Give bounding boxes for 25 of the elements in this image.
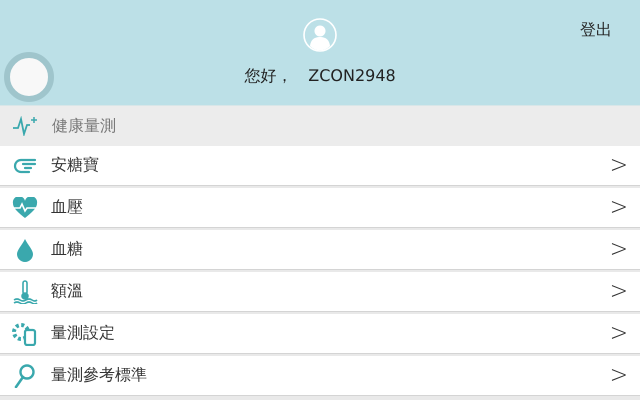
chevron-icon: >	[610, 152, 628, 180]
username-text: ZCON2948	[308, 66, 396, 87]
menu-item[interactable]: 額溫 >	[0, 272, 640, 312]
thermometer-icon	[12, 280, 38, 304]
chevron-icon: >	[610, 236, 628, 264]
logout-button[interactable]: 登出	[580, 20, 612, 41]
drop-icon	[16, 238, 34, 262]
pointing-hand-icon	[13, 158, 37, 174]
menu-item[interactable]: 量測參考標準 >	[0, 356, 640, 396]
chevron-icon: >	[610, 362, 628, 390]
menu-item[interactable]: 血壓 >	[0, 188, 640, 228]
heartbeat-icon	[12, 116, 38, 136]
avatar-icon	[303, 18, 337, 52]
greeting-text: 您好，	[244, 66, 292, 87]
floating-button[interactable]	[4, 52, 54, 102]
search-icon	[14, 364, 36, 388]
menu-item[interactable]: 量測設定 >	[0, 314, 640, 354]
chevron-icon: >	[610, 194, 628, 222]
menu-item[interactable]: 血糖 >	[0, 230, 640, 270]
chevron-icon: >	[610, 278, 628, 306]
menu-item[interactable]: 安糖寶 >	[0, 146, 640, 186]
section-title: 健康量測	[52, 116, 116, 136]
gear-phone-icon	[12, 322, 38, 346]
chevron-icon: >	[610, 320, 628, 348]
heart-pulse-icon	[12, 196, 38, 218]
